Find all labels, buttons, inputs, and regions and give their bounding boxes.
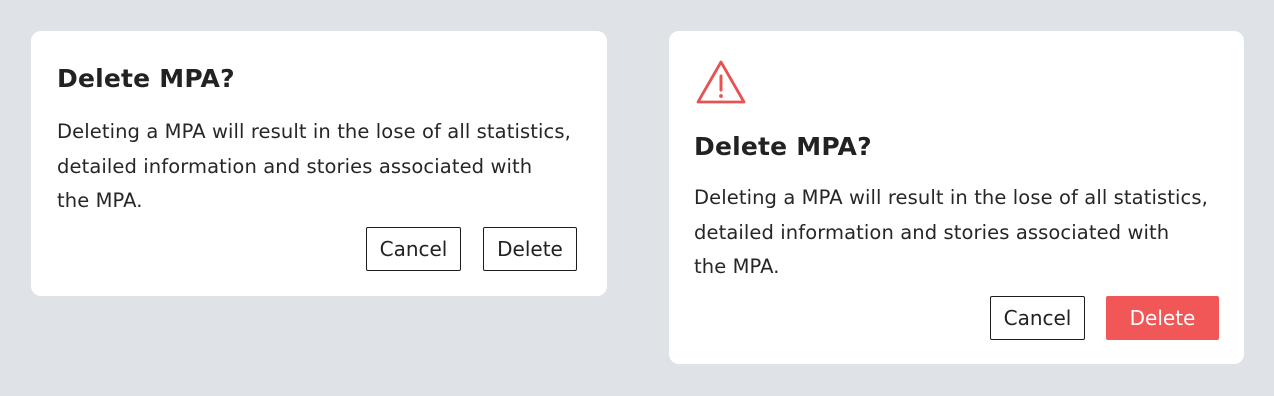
cancel-button[interactable]: Cancel (990, 296, 1085, 340)
dialog-title: Delete MPA? (694, 132, 872, 161)
delete-mpa-dialog: Delete MPA? Deleting a MPA will result i… (31, 31, 607, 296)
delete-button[interactable]: Delete (1106, 296, 1219, 340)
warning-triangle-icon (696, 60, 746, 104)
dialog-message-line: detailed information and stories associa… (57, 154, 533, 178)
dialog-message-line: detailed information and stories associa… (694, 220, 1170, 244)
delete-button[interactable]: Delete (483, 227, 577, 271)
cancel-button[interactable]: Cancel (366, 227, 461, 271)
dialog-message-line: the MPA. (57, 189, 143, 212)
dialog-message-line: Deleting a MPA will result in the lose o… (57, 120, 571, 143)
dialog-title: Delete MPA? (57, 64, 235, 93)
dialog-message: Deleting a MPA will result in the lose o… (694, 181, 1208, 285)
dialog-message-line: the MPA. (694, 255, 780, 278)
delete-mpa-warning-dialog: Delete MPA? Deleting a MPA will result i… (669, 31, 1244, 364)
dialog-message-line: Deleting a MPA will result in the lose o… (694, 186, 1208, 209)
dialog-message: Deleting a MPA will result in the lose o… (57, 115, 571, 219)
